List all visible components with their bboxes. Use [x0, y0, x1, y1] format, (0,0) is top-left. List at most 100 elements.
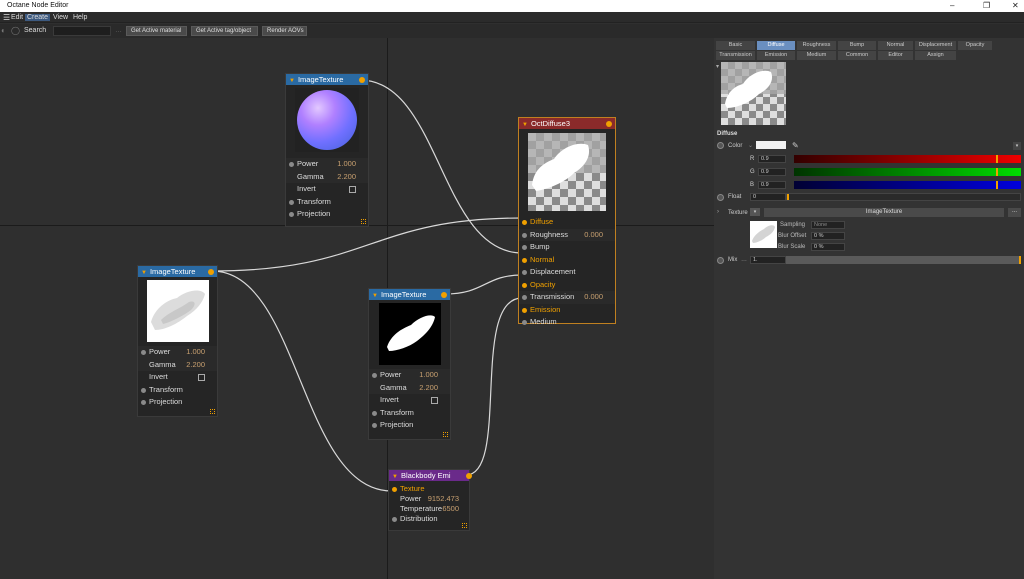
input-pin[interactable]	[289, 199, 294, 205]
float-slider[interactable]	[786, 193, 1021, 201]
projection-row[interactable]: Projection	[369, 419, 450, 432]
projection-row[interactable]: Projection	[286, 208, 368, 221]
resize-handle-icon[interactable]	[361, 219, 366, 224]
invert-checkbox[interactable]	[349, 186, 356, 193]
output-pin[interactable]	[208, 269, 214, 275]
gamma-value[interactable]: 2.200	[186, 359, 205, 372]
invert-row[interactable]: Invert	[138, 371, 217, 384]
power-value[interactable]: 1.000	[337, 158, 356, 171]
color-expand-icon[interactable]: ⌄	[748, 142, 753, 149]
transform-row[interactable]: Transform	[369, 407, 450, 420]
power-row[interactable]: Power 1.000	[286, 158, 368, 171]
input-pin[interactable]	[392, 487, 397, 492]
search-input[interactable]	[53, 26, 111, 36]
menu-create[interactable]: Create	[25, 14, 51, 21]
input-pin[interactable]	[372, 373, 377, 378]
image-texture-node-2[interactable]: ▼ ImageTexture Power 1.000 Gamma 2.200 Inve…	[137, 265, 218, 417]
transform-row[interactable]: Transform	[138, 384, 217, 397]
node-header[interactable]: ▼ ImageTexture	[286, 74, 368, 85]
collapse-triangle-icon[interactable]: ▼	[372, 293, 378, 299]
collapse-triangle-icon[interactable]: ▼	[141, 270, 147, 276]
roughness-row[interactable]: Roughness 0.000	[519, 228, 615, 241]
gamma-value[interactable]: 2.200	[337, 171, 356, 184]
b-value-field[interactable]: 0.9	[758, 181, 786, 189]
input-pin[interactable]	[522, 282, 527, 288]
transform-row[interactable]: Transform	[286, 196, 368, 209]
output-pin[interactable]	[359, 77, 365, 83]
emission-row[interactable]: Emission	[519, 304, 615, 317]
mix-value-field[interactable]: 1.	[750, 256, 786, 264]
node-canvas[interactable]: ▼ ImageTexture Power 1.000 Gamma 2.200 Inve…	[0, 38, 714, 579]
back-icon[interactable]: ◐	[1, 26, 6, 35]
power-row[interactable]: Power 1.000	[138, 346, 217, 359]
texture-more-button[interactable]: ...	[1008, 208, 1021, 217]
tab-emission[interactable]: Emission	[757, 51, 796, 60]
distribution-row[interactable]: Distribution	[389, 514, 469, 524]
collapse-triangle-icon[interactable]: ▼	[522, 122, 528, 128]
tab-common[interactable]: Common	[838, 51, 877, 60]
blur-scale-field[interactable]: 0 %	[811, 243, 845, 251]
output-pin[interactable]	[466, 473, 472, 479]
mix-slider[interactable]	[786, 256, 1021, 264]
input-pin[interactable]	[289, 212, 294, 217]
blur-offset-field[interactable]: 0 %	[811, 232, 845, 240]
animate-dot-icon[interactable]	[717, 257, 724, 264]
power-row[interactable]: Power 1.000	[369, 369, 450, 382]
medium-row[interactable]: Medium	[519, 316, 615, 329]
input-pin[interactable]	[392, 517, 397, 522]
node-header[interactable]: ▼ ImageTexture	[369, 289, 450, 300]
tab-medium[interactable]: Medium	[797, 51, 837, 60]
gamma-row[interactable]: Gamma 2.200	[286, 170, 368, 184]
input-pin[interactable]	[141, 400, 146, 405]
g-slider-handle[interactable]	[996, 168, 998, 176]
input-pin[interactable]	[522, 307, 527, 313]
temperature-row[interactable]: Temperature 6500	[389, 504, 469, 514]
eyedropper-icon[interactable]: ✎	[792, 141, 799, 150]
texture-row[interactable]: Texture	[389, 484, 469, 494]
resize-handle-icon[interactable]	[443, 432, 448, 437]
maximize-icon[interactable]: ❐	[983, 1, 990, 10]
input-pin[interactable]	[522, 320, 527, 325]
input-pin[interactable]	[522, 245, 527, 250]
animate-dot-icon[interactable]	[717, 194, 724, 201]
gamma-value[interactable]: 2.200	[419, 382, 438, 395]
sampling-dropdown[interactable]: None	[811, 221, 845, 229]
tab-opacity[interactable]: Opacity	[958, 41, 993, 50]
oct-diffuse-material-node[interactable]: ▼ OctDiffuse3 Diffuse Roughness 0.000 Bump…	[518, 117, 616, 326]
render-aovs-button[interactable]: Render AOVs	[262, 26, 307, 36]
image-texture-node-3[interactable]: ▼ ImageTexture Power 1.000 Gamma 2.200 Inve…	[368, 288, 451, 440]
menu-view[interactable]: View	[51, 14, 70, 21]
close-icon[interactable]: ✕	[1012, 1, 1019, 10]
input-pin[interactable]	[522, 270, 527, 275]
projection-row[interactable]: Projection	[138, 396, 217, 409]
node-header[interactable]: ▼ Blackbody Emi	[389, 470, 472, 481]
diffuse-row[interactable]: Diffuse	[519, 216, 615, 229]
power-value[interactable]: 1.000	[186, 346, 205, 359]
input-pin[interactable]	[372, 423, 377, 428]
r-value-field[interactable]: 0.9	[758, 155, 786, 163]
r-slider[interactable]	[794, 155, 1021, 163]
blackbody-emission-node[interactable]: ▼ Blackbody Emi Texture Power 9152.473 Tem…	[388, 469, 472, 531]
texture-expand-icon[interactable]: ›	[717, 209, 719, 215]
power-row[interactable]: Power 9152.473	[389, 494, 469, 504]
b-slider[interactable]	[794, 181, 1021, 189]
normal-row[interactable]: Normal	[519, 254, 615, 267]
input-pin[interactable]	[522, 257, 527, 263]
input-pin[interactable]	[522, 295, 527, 300]
resize-handle-icon[interactable]	[210, 409, 215, 414]
texture-name-field[interactable]: ImageTexture	[764, 208, 1004, 217]
texture-dropdown-icon[interactable]: ▾	[750, 208, 760, 216]
resize-handle-icon[interactable]	[462, 523, 467, 528]
r-slider-handle[interactable]	[996, 155, 998, 163]
search-icon[interactable]: ◯	[11, 26, 20, 35]
menu-edit[interactable]: Edit	[9, 14, 25, 21]
opacity-row[interactable]: Opacity	[519, 279, 615, 292]
collapse-triangle-icon[interactable]: ▼	[289, 78, 295, 84]
preview-toggle-icon[interactable]: ▾	[716, 63, 719, 70]
displacement-row[interactable]: Displacement	[519, 266, 615, 279]
input-pin[interactable]	[141, 350, 146, 355]
transmission-value[interactable]: 0.000	[584, 291, 603, 304]
tab-editor[interactable]: Editor	[878, 51, 914, 60]
g-value-field[interactable]: 0.9	[758, 168, 786, 176]
gamma-row[interactable]: Gamma 2.200	[138, 358, 217, 372]
